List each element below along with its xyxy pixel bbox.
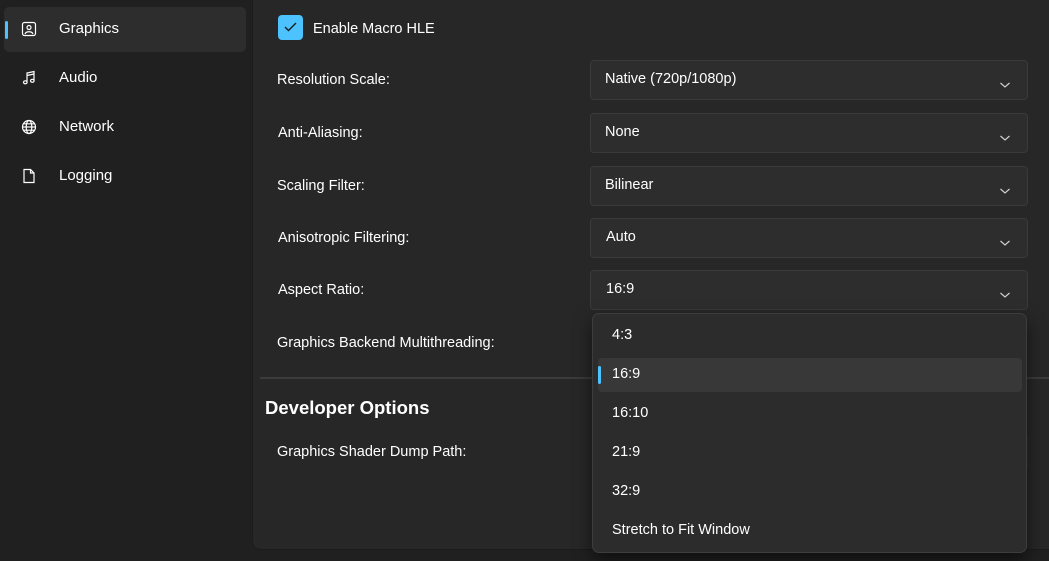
shader-dump-path-label: Graphics Shader Dump Path: xyxy=(277,444,467,460)
anisotropic-filtering-dropdown[interactable]: Auto xyxy=(590,218,1028,258)
dropdown-value: Native (720p/1080p) xyxy=(605,71,737,87)
chevron-down-icon xyxy=(999,234,1011,246)
sidebar-item-label: Network xyxy=(59,118,115,135)
dropdown-value: Auto xyxy=(606,229,636,245)
developer-options-title: Developer Options xyxy=(265,397,430,418)
settings-window: Graphics Audio Network Logging Enable Ma… xyxy=(0,0,1049,561)
option-16-9[interactable]: 16:9 xyxy=(598,358,1022,392)
resolution-scale-dropdown[interactable]: Native (720p/1080p) xyxy=(590,60,1028,100)
aspect-ratio-dropdown[interactable]: 16:9 xyxy=(590,270,1028,310)
selection-indicator xyxy=(5,21,8,39)
sidebar: Graphics Audio Network Logging xyxy=(0,0,252,561)
sidebar-item-label: Logging xyxy=(59,167,113,184)
option-label: 16:10 xyxy=(612,405,649,421)
anisotropic-filtering-label: Anisotropic Filtering: xyxy=(278,230,410,246)
option-label: 21:9 xyxy=(612,444,641,460)
globe-icon xyxy=(20,118,38,136)
image-icon xyxy=(20,20,38,38)
macro-hle-checkbox[interactable] xyxy=(278,15,303,40)
sidebar-item-label: Audio xyxy=(59,69,98,86)
music-note-icon xyxy=(20,69,38,87)
option-label: Stretch to Fit Window xyxy=(612,522,750,538)
aspect-ratio-label: Aspect Ratio: xyxy=(278,282,365,298)
sidebar-item-graphics[interactable]: Graphics xyxy=(4,7,246,52)
aspect-ratio-options-list: 4:3 16:9 16:10 21:9 32:9 Stretch to Fit … xyxy=(592,313,1027,553)
backend-multithreading-label: Graphics Backend Multithreading: xyxy=(277,335,495,351)
anti-aliasing-dropdown[interactable]: None xyxy=(590,113,1028,153)
sidebar-item-network[interactable]: Network xyxy=(4,105,246,150)
dropdown-value: 16:9 xyxy=(606,281,635,297)
anti-aliasing-label: Anti-Aliasing: xyxy=(278,125,363,141)
option-32-9[interactable]: 32:9 xyxy=(598,475,1022,509)
scaling-filter-dropdown[interactable]: Bilinear xyxy=(590,166,1028,206)
sidebar-item-label: Graphics xyxy=(59,20,120,37)
chevron-down-icon xyxy=(999,286,1011,298)
sidebar-item-audio[interactable]: Audio xyxy=(4,56,246,101)
selection-indicator xyxy=(598,366,601,384)
macro-hle-label: Enable Macro HLE xyxy=(313,21,435,37)
option-label: 16:9 xyxy=(612,366,641,382)
scaling-filter-label: Scaling Filter: xyxy=(277,178,365,194)
dropdown-value: None xyxy=(605,124,640,140)
option-4-3[interactable]: 4:3 xyxy=(598,319,1022,353)
option-label: 32:9 xyxy=(612,483,641,499)
checkmark-icon xyxy=(284,19,297,37)
option-stretch-to-fit[interactable]: Stretch to Fit Window xyxy=(598,514,1022,548)
option-16-10[interactable]: 16:10 xyxy=(598,397,1022,431)
option-label: 4:3 xyxy=(612,327,633,343)
option-21-9[interactable]: 21:9 xyxy=(598,436,1022,470)
document-icon xyxy=(20,167,38,185)
sidebar-item-logging[interactable]: Logging xyxy=(4,154,246,199)
resolution-scale-label: Resolution Scale: xyxy=(277,72,390,88)
dropdown-value: Bilinear xyxy=(605,177,654,193)
chevron-down-icon xyxy=(999,76,1011,88)
chevron-down-icon xyxy=(999,182,1011,194)
chevron-down-icon xyxy=(999,129,1011,141)
